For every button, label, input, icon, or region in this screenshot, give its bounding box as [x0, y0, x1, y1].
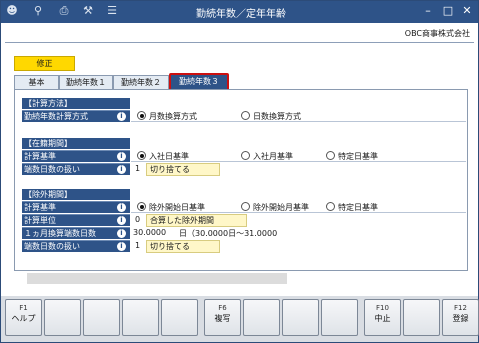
info-icon[interactable]: i — [117, 229, 126, 238]
radio-monthly[interactable]: 月数換算方式 — [137, 111, 197, 122]
info-icon[interactable]: i — [117, 152, 126, 161]
tenure-fraction-code[interactable]: 1 — [131, 163, 144, 174]
exclusion-unit-value: 合算した除外期間 — [146, 214, 247, 227]
section-tenure: 【在籍期間】 — [22, 138, 130, 149]
tab-panel: 【計算方法】 勤続年数計算方式 i 月数換算方式 日数換算方式 【在籍期間】 計… — [14, 89, 468, 271]
exclusion-basis-label: 計算基準 i — [22, 201, 130, 213]
f5-button[interactable] — [161, 299, 198, 336]
calc-method-label: 勤続年数計算方式 i — [22, 110, 130, 122]
radio-selected-icon — [137, 111, 146, 120]
radio-empty-icon — [326, 202, 335, 211]
tenure-fraction-value: 切り捨てる — [146, 163, 220, 176]
exclusion-fraction-label: 端数日数の扱い i — [22, 240, 130, 252]
radio-empty-icon — [326, 151, 335, 160]
radio-exclusion-start-date[interactable]: 除外開始日基準 — [137, 202, 205, 213]
tab-tenure-2[interactable]: 勤続年数２ — [113, 75, 169, 89]
radio-specific-date[interactable]: 特定日基準 — [326, 151, 378, 162]
f10-cancel-button[interactable]: F10 中止 — [364, 299, 401, 336]
f2-button[interactable] — [44, 299, 81, 336]
print-icon[interactable]: ⎙ — [57, 4, 71, 18]
tenure-basis-label: 計算基準 i — [22, 150, 130, 162]
exclusion-fraction-value: 切り捨てる — [146, 240, 220, 253]
f9-button[interactable] — [321, 299, 358, 336]
tenure-fraction-label: 端数日数の扱い i — [22, 163, 130, 175]
radio-hire-month[interactable]: 入社月基準 — [241, 151, 293, 162]
close-icon[interactable]: ✕ — [460, 4, 474, 18]
user-add-icon[interactable]: ☻ — [5, 4, 19, 18]
radio-exclusion-specific-date[interactable]: 特定日基準 — [326, 202, 378, 213]
maximize-icon[interactable]: □ — [441, 4, 455, 18]
exclusion-fraction-code[interactable]: 1 — [131, 240, 144, 251]
tab-basic[interactable]: 基本 — [14, 75, 59, 89]
info-icon[interactable]: i — [117, 112, 126, 121]
f12-register-button[interactable]: F12 登録 — [442, 299, 479, 336]
exclusion-days-input[interactable]: 30.0000 — [131, 227, 177, 238]
title-bar: ☻ ⚲ ⎙ ⚒ ☰ 勤続年数／定年年齢 – □ ✕ — [1, 1, 478, 23]
search-icon[interactable]: ⚲ — [31, 4, 45, 18]
tab-tenure-1[interactable]: 勤続年数１ — [59, 75, 113, 89]
section-calc-method: 【計算方法】 — [22, 98, 130, 109]
f8-button[interactable] — [282, 299, 319, 336]
tenure-basis-radio-group: 入社日基準 入社月基準 特定日基準 — [131, 150, 466, 162]
info-icon[interactable]: i — [117, 165, 126, 174]
f7-button[interactable] — [243, 299, 280, 336]
company-name: OBC商事株式会社 — [404, 29, 470, 38]
function-key-bar: F1 ヘルプ F6 複写 F10 中止 F12 登録 — [1, 296, 479, 342]
radio-daily[interactable]: 日数換算方式 — [241, 111, 301, 122]
info-icon[interactable]: i — [117, 216, 126, 225]
info-icon[interactable]: i — [117, 203, 126, 212]
exclusion-unit-code[interactable]: 0 — [131, 214, 144, 225]
info-icon[interactable]: i — [117, 242, 126, 251]
mode-badge: 修正 — [14, 56, 75, 71]
exclusion-basis-radio-group: 除外開始日基準 除外開始月基準 特定日基準 — [131, 201, 466, 213]
exclusion-days-note: 日（30.0000日〜31.0000日） — [175, 227, 284, 249]
section-exclusion: 【除外期間】 — [22, 189, 130, 200]
status-bar — [27, 273, 287, 284]
radio-selected-icon — [137, 202, 146, 211]
f1-help-button[interactable]: F1 ヘルプ — [5, 299, 42, 336]
radio-selected-icon — [137, 151, 146, 160]
window-title: 勤続年数／定年年齢 — [196, 9, 286, 20]
exclusion-unit-label: 計算単位 i — [22, 214, 130, 226]
divider — [5, 42, 474, 43]
radio-exclusion-start-month[interactable]: 除外開始月基準 — [241, 202, 309, 213]
minimize-icon[interactable]: – — [421, 4, 435, 18]
f6-copy-button[interactable]: F6 複写 — [204, 299, 241, 336]
radio-empty-icon — [241, 202, 250, 211]
radio-empty-icon — [241, 111, 250, 120]
list-icon[interactable]: ☰ — [105, 4, 119, 18]
f4-button[interactable] — [122, 299, 159, 336]
radio-hire-date[interactable]: 入社日基準 — [137, 151, 189, 162]
f11-button[interactable] — [403, 299, 440, 336]
radio-empty-icon — [241, 151, 250, 160]
app-window: ☻ ⚲ ⎙ ⚒ ☰ 勤続年数／定年年齢 – □ ✕ OBC商事株式会社 修正 基… — [0, 0, 479, 343]
f3-button[interactable] — [83, 299, 120, 336]
exclusion-days-label: １ヵ月換算端数日数 i — [22, 227, 130, 239]
calc-method-radio-group: 月数換算方式 日数換算方式 — [131, 110, 466, 122]
tools-icon[interactable]: ⚒ — [81, 4, 95, 18]
